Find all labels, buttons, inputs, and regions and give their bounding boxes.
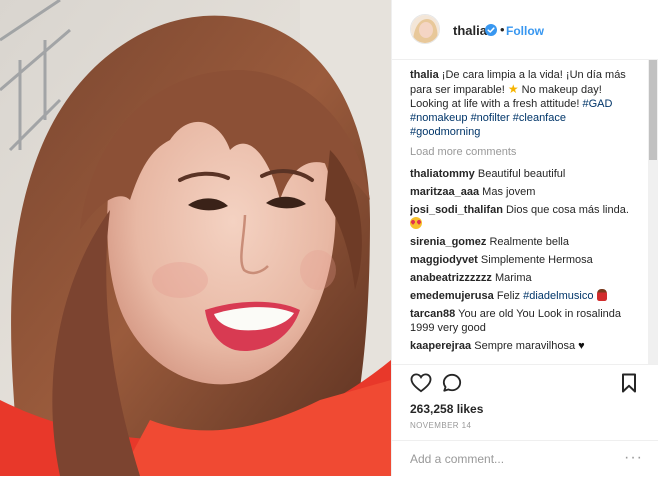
- more-options-button[interactable]: ···: [624, 449, 643, 467]
- load-more-comments-link[interactable]: Load more comments: [410, 145, 638, 159]
- post-actions: 263,258 likes NOVEMBER 14 ···: [392, 364, 658, 476]
- likes-count[interactable]: 263,258 likes: [410, 402, 483, 416]
- comment-text: Realmente bella: [489, 236, 569, 248]
- heart-eyes-emoji-icon: [410, 217, 422, 229]
- hashtag-link[interactable]: #nomakeup: [410, 112, 468, 124]
- comment-username-link[interactable]: kaaperejraa: [410, 340, 471, 352]
- comment-text: Simplemente Hermosa: [480, 254, 593, 266]
- avatar-image: [411, 15, 439, 43]
- comment-username-link[interactable]: maggiodyvet: [410, 254, 478, 266]
- separator-dot: •: [500, 22, 505, 37]
- comment-username-link[interactable]: tarcan88: [410, 308, 455, 320]
- comment-text: Feliz: [496, 290, 521, 302]
- comment-item: anabeatrizzzzzz Marima: [410, 271, 638, 285]
- comment-username-link[interactable]: thaliatommy: [410, 168, 475, 180]
- comment-item: sirenia_gomez Realmente bella: [410, 235, 638, 249]
- post-header: thalia • Follow: [392, 0, 658, 60]
- comment-item: tarcan88 You are old You Look in rosalin…: [410, 307, 638, 335]
- hashtag-link[interactable]: #GAD: [582, 98, 612, 110]
- hashtag-link[interactable]: #cleanface: [513, 112, 566, 124]
- selfie-image: [0, 0, 391, 476]
- comment-text: Beautiful beautiful: [477, 168, 566, 180]
- avatar[interactable]: [410, 14, 440, 44]
- scrollbar-thumb[interactable]: [649, 60, 657, 160]
- verified-badge-icon: [485, 24, 497, 36]
- comment-text: Sempre maravilhosa: [474, 340, 576, 352]
- comment-item: maggiodyvet Simplemente Hermosa: [410, 253, 638, 267]
- star-emoji-icon: ★: [507, 82, 519, 96]
- hashtag-link[interactable]: #goodmorning: [410, 126, 480, 138]
- black-heart-emoji-icon: ♥: [578, 340, 585, 352]
- add-comment-bar: ···: [392, 440, 658, 477]
- follow-button[interactable]: Follow: [506, 24, 544, 38]
- comments-list: thalia ¡De cara limpia a la vida! ¡Un dí…: [410, 68, 638, 364]
- comment-item: thaliatommy Beautiful beautiful: [410, 167, 638, 181]
- post-details-panel: thalia • Follow thalia ¡De cara limpia a…: [391, 0, 658, 476]
- comments-scrollbar[interactable]: [648, 60, 658, 364]
- hashtag-link[interactable]: #diadelmusico: [523, 290, 593, 302]
- comment-username-link[interactable]: emedemujerusa: [410, 290, 494, 302]
- comment-text: Dios que cosa más linda.: [505, 204, 629, 216]
- dancer-emoji-icon: [596, 289, 607, 301]
- bookmark-icon[interactable]: [621, 373, 637, 393]
- comment-username-link[interactable]: sirenia_gomez: [410, 236, 486, 248]
- post-username-link[interactable]: thalia: [453, 23, 487, 38]
- post-date[interactable]: NOVEMBER 14: [410, 421, 471, 430]
- comment-bubble-icon[interactable]: [442, 373, 462, 393]
- comment-item: josi_sodi_thalifan Dios que cosa más lin…: [410, 203, 638, 231]
- comment-username-link[interactable]: anabeatrizzzzzz: [410, 272, 492, 284]
- post-caption: thalia ¡De cara limpia a la vida! ¡Un dí…: [410, 68, 638, 139]
- comment-username-link[interactable]: josi_sodi_thalifan: [410, 204, 503, 216]
- comment-username-link[interactable]: maritzaa_aaa: [410, 186, 479, 198]
- comment-text: Mas jovem: [482, 186, 536, 198]
- comment-item: kaaperejraa Sempre maravilhosa ♥: [410, 339, 638, 353]
- hashtag-link[interactable]: #nofilter: [471, 112, 510, 124]
- caption-username-link[interactable]: thalia: [410, 69, 439, 81]
- comment-item: maritzaa_aaa Mas jovem: [410, 185, 638, 199]
- instagram-post-modal: thalia • Follow thalia ¡De cara limpia a…: [0, 0, 658, 476]
- comment-item: emedemujerusa Feliz #diadelmusico: [410, 289, 638, 303]
- comment-text: Marima: [494, 272, 532, 284]
- post-photo[interactable]: [0, 0, 391, 476]
- heart-outline-icon[interactable]: [410, 373, 432, 393]
- add-comment-input[interactable]: [410, 451, 610, 467]
